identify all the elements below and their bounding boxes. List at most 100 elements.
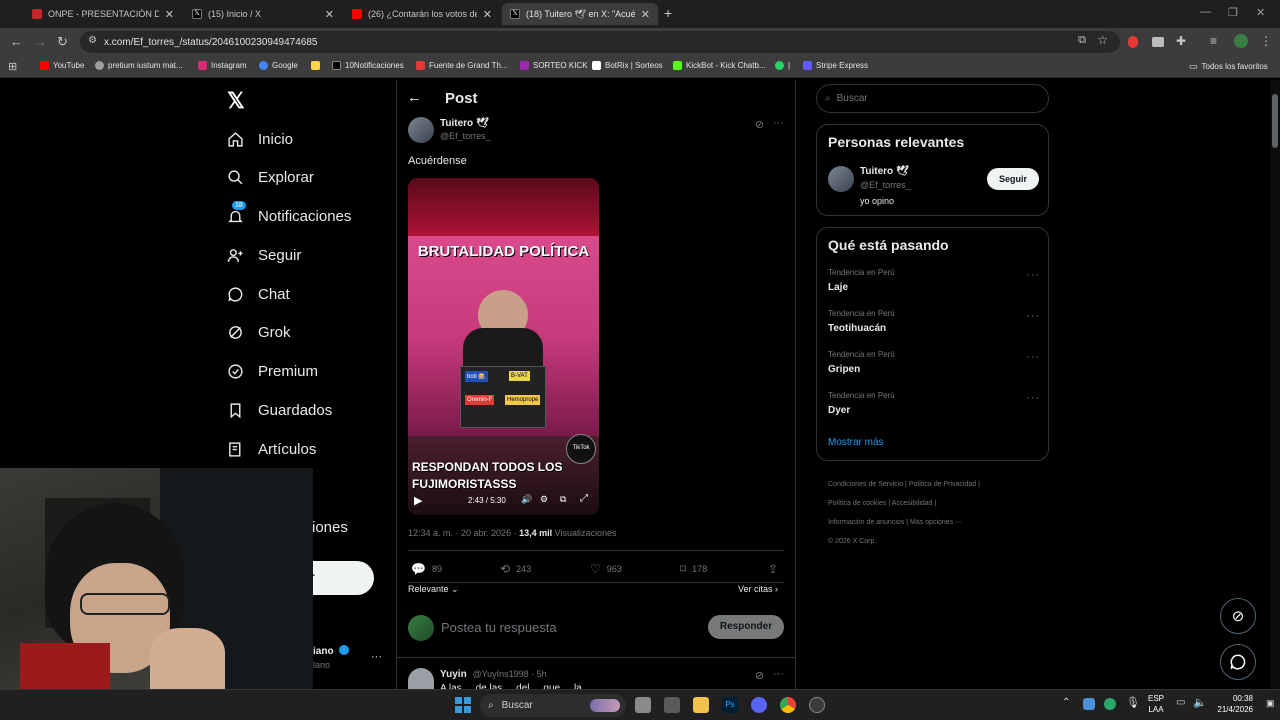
footer-link[interactable]: Política de Privacidad — [909, 481, 976, 488]
sidebar-item-explorar[interactable]: Explorar — [226, 162, 314, 192]
maximize-icon[interactable]: ❐ — [1228, 6, 1238, 19]
close-window-icon[interactable]: ✕ — [1256, 6, 1265, 19]
footer-link[interactable]: Información de anuncios — [828, 519, 904, 526]
address-bar[interactable]: ⚙ x.com/Ef_torres_/status/20461002309494… — [80, 31, 1120, 53]
footer-link[interactable]: Política de cookies — [828, 500, 886, 507]
share-action[interactable]: ⇪ — [768, 562, 784, 576]
file-explorer-icon[interactable] — [693, 697, 709, 713]
all-bookmarks[interactable]: ▭ Todos los favoritos — [1189, 61, 1268, 72]
app-icon[interactable] — [664, 697, 680, 713]
more-options-icon[interactable]: ··· — [773, 117, 784, 129]
tab-onpe[interactable]: ONPE - PRESENTACIÓN DE RES ✕ — [24, 3, 182, 25]
tray-icon[interactable] — [1104, 698, 1116, 710]
bookmark-item[interactable]: 10Notificaciones — [332, 61, 404, 70]
trend-item[interactable]: Tendencia en Perú Dyer — [828, 391, 895, 416]
play-icon[interactable]: ▶ — [414, 494, 422, 507]
follow-button[interactable]: Seguir — [987, 168, 1039, 190]
close-tab-icon[interactable]: ✕ — [325, 8, 334, 21]
avatar[interactable] — [408, 668, 434, 689]
photoshop-icon[interactable]: Ps — [722, 697, 738, 713]
chrome-icon[interactable] — [780, 697, 796, 713]
bookmark-item[interactable]: SORTEO KICK — [520, 61, 588, 70]
close-tab-icon[interactable]: ✕ — [165, 8, 174, 21]
minimize-icon[interactable]: — — [1200, 6, 1211, 18]
clock[interactable]: 00:38 21/4/2026 — [1213, 693, 1253, 715]
messages-float-button[interactable] — [1220, 644, 1256, 680]
tab-tuitero-post[interactable]: 𝕏 (18) Tuitero 🕊 en X: "Acuérden ✕ — [502, 3, 658, 25]
more-options-icon[interactable]: ··· — [1026, 269, 1040, 281]
scrollbar-thumb[interactable] — [1272, 94, 1278, 148]
view-quotes-link[interactable]: Ver citas › — [738, 584, 778, 594]
site-info-icon[interactable]: ⚙ — [88, 35, 97, 46]
more-options-icon[interactable]: ··· — [773, 668, 784, 680]
like-action[interactable]: ♡ 963 — [590, 562, 622, 576]
extension-icon[interactable] — [1128, 36, 1138, 48]
pip-icon[interactable]: ⧉ — [560, 494, 566, 505]
grok-icon[interactable]: ⊘ — [755, 118, 764, 131]
show-more-link[interactable]: Mostrar más — [828, 437, 884, 448]
bookmark-action[interactable]: ⌑ 178 — [680, 562, 707, 576]
star-icon[interactable]: ☆ — [1097, 33, 1108, 47]
grok-float-button[interactable]: ⊘ — [1220, 598, 1256, 634]
forward-icon[interactable]: → — [34, 34, 47, 49]
bookmark-item[interactable]: pretium iustum mat... — [95, 61, 183, 70]
sidebar-item-guardados[interactable]: Guardados — [226, 395, 332, 425]
sidebar-item-articulos[interactable]: Artículos — [226, 434, 316, 464]
more-options-icon[interactable]: ··· — [1026, 351, 1040, 363]
video-player[interactable]: BRUTALIDAD POLÍTICA boti 🎰 B-VAT Oremin-… — [408, 178, 599, 515]
network-icon[interactable]: ▭ — [1176, 697, 1185, 708]
sidebar-item-grok[interactable]: Grok — [226, 317, 291, 347]
search-input[interactable]: ⌕ Buscar — [816, 84, 1049, 113]
footer-link[interactable]: Condiciones de Servicio — [828, 481, 903, 488]
post-timestamp[interactable]: 12:34 a. m. · 20 abr. 2026 · — [408, 528, 517, 538]
bookmark-item[interactable]: | — [775, 61, 790, 70]
grok-icon[interactable]: ⊘ — [755, 669, 764, 682]
tab-youtube[interactable]: (26) ¿Contarán los votos de act ✕ — [344, 3, 500, 25]
new-tab-button[interactable]: + — [664, 5, 672, 21]
close-tab-icon[interactable]: ✕ — [641, 8, 650, 21]
relevance-sort[interactable]: Relevante ⌄ — [408, 584, 459, 595]
sidebar-item-premium[interactable]: Premium — [226, 356, 318, 386]
volume-icon[interactable]: 🔊 — [521, 494, 532, 505]
extension-icon[interactable] — [1152, 37, 1164, 47]
more-options-icon[interactable]: ··· — [1026, 392, 1040, 404]
relevant-user-name[interactable]: Tuitero 🕊 — [860, 166, 909, 177]
more-icon[interactable]: ··· — [371, 651, 382, 663]
sidebar-item-more[interactable]: iones — [312, 512, 348, 542]
bookmark-item[interactable]: KickBot - Kick Chatb... — [673, 61, 766, 70]
bookmark-item[interactable] — [311, 61, 324, 70]
back-icon[interactable]: ← — [10, 34, 23, 49]
reply-input[interactable]: Postea tu respuesta — [441, 620, 557, 635]
microphone-icon[interactable]: 🎙 — [1126, 696, 1140, 709]
settings-icon[interactable]: ⚙ — [540, 494, 548, 505]
bookmark-item[interactable]: Google — [259, 61, 298, 70]
sidebar-item-notificaciones[interactable]: 18 Notificaciones — [226, 201, 351, 231]
sidebar-item-inicio[interactable]: Inicio — [226, 124, 293, 154]
sidebar-item-chat[interactable]: Chat — [226, 279, 290, 309]
fullscreen-icon[interactable]: ⤢ — [580, 493, 588, 504]
tray-icon[interactable] — [1083, 698, 1095, 710]
apps-grid-icon[interactable]: ⊞ — [8, 60, 17, 73]
chevron-up-icon[interactable]: ⌃ — [1062, 697, 1070, 708]
footer-link[interactable]: Accesibilidad — [892, 500, 933, 507]
bookmark-item[interactable]: Fuente de Grand Th... — [416, 61, 508, 70]
scrollbar[interactable] — [1270, 80, 1280, 689]
discord-icon[interactable] — [751, 697, 767, 713]
trend-item[interactable]: Tendencia en Perú Teotihuacán — [828, 309, 895, 334]
author-name[interactable]: Tuitero 🕊 — [440, 118, 489, 129]
reply-button[interactable]: Responder — [708, 615, 784, 639]
sidebar-item-seguir[interactable]: Seguir — [226, 240, 301, 270]
tab-search-icon[interactable]: ≡ — [1210, 34, 1217, 48]
footer-link[interactable]: Más opciones ··· — [910, 519, 962, 526]
bookmark-item[interactable]: YouTube — [40, 61, 84, 70]
profile-avatar-icon[interactable] — [1234, 34, 1248, 48]
close-tab-icon[interactable]: ✕ — [483, 8, 492, 21]
repost-action[interactable]: ⟲ 243 — [500, 562, 531, 576]
menu-icon[interactable]: ⋮ — [1260, 34, 1272, 48]
avatar[interactable] — [828, 166, 854, 192]
reload-icon[interactable]: ↻ — [57, 34, 68, 50]
puzzle-icon[interactable]: ✚ — [1176, 34, 1186, 48]
app-icon[interactable] — [809, 697, 825, 713]
language-indicator[interactable]: ESP LAA — [1148, 693, 1164, 715]
trend-item[interactable]: Tendencia en Perú Laje — [828, 268, 895, 293]
